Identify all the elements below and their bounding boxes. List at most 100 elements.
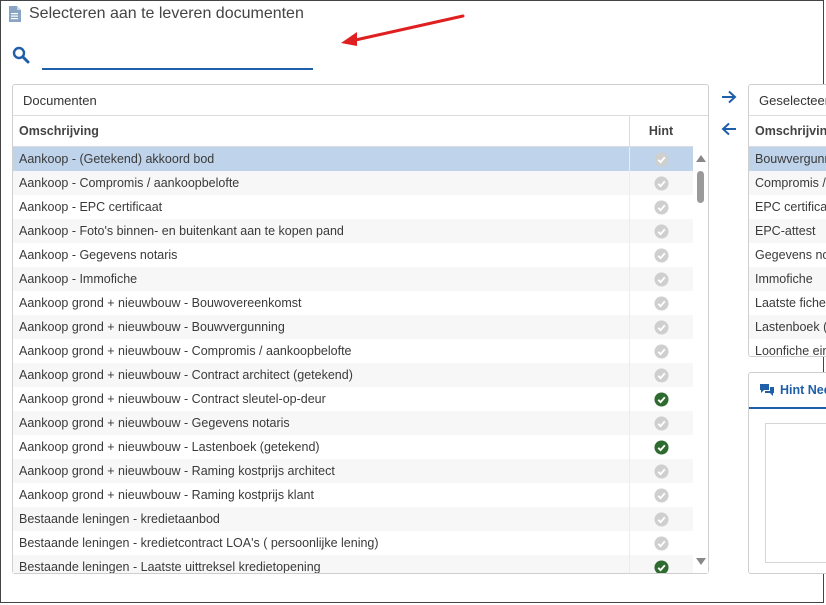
selected-row-description: Immofiche [755, 272, 813, 286]
table-row[interactable]: Aankoop - Compromis / aankoopbelofte [13, 171, 693, 195]
documents-panel: Documenten Omschrijving Hint Aankoop - (… [12, 84, 709, 574]
check-circle-inactive-icon [653, 319, 669, 335]
comments-icon [760, 384, 774, 396]
row-hint[interactable] [629, 531, 692, 555]
column-header-omschrijving[interactable]: Omschrijving [13, 124, 629, 138]
list-item[interactable]: EPC certificaat [749, 195, 826, 219]
selected-column-header-omschrijving[interactable]: Omschrijving [749, 124, 826, 138]
table-row[interactable]: Aankoop grond + nieuwbouw - Bouwovereenk… [13, 291, 693, 315]
check-circle-inactive-icon [653, 511, 669, 527]
table-row[interactable]: Aankoop grond + nieuwbouw - Contract sle… [13, 387, 693, 411]
list-item[interactable]: Bouwvergunning [749, 147, 826, 171]
selected-row-description: Laatste fiche [755, 296, 826, 310]
table-row[interactable]: Aankoop - (Getekend) akkoord bod [13, 147, 693, 171]
selected-row-description: Compromis / aankoopbelofte [755, 176, 826, 190]
table-row[interactable]: Aankoop grond + nieuwbouw - Raming kostp… [13, 483, 693, 507]
row-hint[interactable] [629, 171, 692, 195]
check-circle-inactive-icon [653, 463, 669, 479]
row-description: Aankoop grond + nieuwbouw - Raming kostp… [19, 488, 314, 502]
table-row[interactable]: Aankoop grond + nieuwbouw - Bouwvergunni… [13, 315, 693, 339]
hint-tab[interactable]: Hint Nee [749, 373, 826, 409]
list-item[interactable]: Laatste fiche [749, 291, 826, 315]
selected-row-description: EPC-attest [755, 224, 816, 238]
scroll-up-icon[interactable] [696, 155, 706, 162]
row-hint[interactable] [629, 507, 692, 531]
row-hint[interactable] [629, 219, 692, 243]
list-item[interactable]: EPC-attest [749, 219, 826, 243]
check-circle-active-icon [653, 391, 669, 407]
table-row[interactable]: Bestaande leningen - kredietaanbod [13, 507, 693, 531]
row-description: Aankoop - (Getekend) akkoord bod [19, 152, 215, 166]
list-item[interactable]: Gegevens notaris [749, 243, 826, 267]
table-row[interactable]: Bestaande leningen - Laatste uittreksel … [13, 555, 693, 573]
row-hint[interactable] [629, 483, 692, 507]
row-description: Bestaande leningen - kredietcontract LOA… [19, 536, 379, 550]
table-row[interactable]: Bestaande leningen - kredietcontract LOA… [13, 531, 693, 555]
search-input[interactable] [42, 44, 313, 70]
check-circle-inactive-icon [653, 223, 669, 239]
table-row[interactable]: Aankoop grond + nieuwbouw - Contract arc… [13, 363, 693, 387]
check-circle-active-icon [653, 559, 669, 573]
row-hint[interactable] [629, 339, 692, 363]
scroll-thumb[interactable] [697, 171, 704, 203]
row-hint[interactable] [629, 555, 692, 573]
check-circle-inactive-icon [653, 199, 669, 215]
list-item[interactable]: Compromis / aankoopbelofte [749, 171, 826, 195]
row-description: Bestaande leningen - kredietaanbod [19, 512, 220, 526]
column-header-hint[interactable]: Hint [629, 116, 692, 146]
scroll-down-icon[interactable] [696, 558, 706, 565]
row-hint[interactable] [629, 411, 692, 435]
selected-table-header: Omschrijving [749, 116, 826, 147]
arrow-right-icon [722, 90, 737, 104]
table-row[interactable]: Aankoop - Immofiche [13, 267, 693, 291]
row-hint[interactable] [629, 195, 692, 219]
add-selected-button[interactable] [718, 86, 740, 108]
row-hint[interactable] [629, 243, 692, 267]
row-description: Aankoop grond + nieuwbouw - Compromis / … [19, 344, 352, 358]
search-icon[interactable] [12, 46, 30, 64]
remove-selected-button[interactable] [718, 118, 740, 140]
selected-row-description: Gegevens notaris [755, 248, 826, 262]
row-description: Aankoop - Foto's binnen- en buitenkant a… [19, 224, 344, 238]
row-hint[interactable] [629, 267, 692, 291]
row-hint[interactable] [629, 291, 692, 315]
row-hint[interactable] [629, 147, 692, 171]
check-circle-inactive-icon [653, 367, 669, 383]
documents-scrollbar[interactable] [693, 147, 708, 573]
row-hint[interactable] [629, 315, 692, 339]
document-icon [9, 6, 21, 22]
row-description: Aankoop grond + nieuwbouw - Bouwvergunni… [19, 320, 285, 334]
row-hint[interactable] [629, 363, 692, 387]
row-description: Aankoop grond + nieuwbouw - Contract sle… [19, 392, 326, 406]
selected-row-description: Lastenboek (getekend) [755, 320, 826, 334]
check-circle-inactive-icon [653, 271, 669, 287]
check-circle-inactive-icon [653, 295, 669, 311]
list-item[interactable]: Immofiche [749, 267, 826, 291]
selected-row-description: Bouwvergunning [755, 152, 826, 166]
hint-text-area[interactable] [765, 423, 826, 563]
table-row[interactable]: Aankoop grond + nieuwbouw - Lastenboek (… [13, 435, 693, 459]
table-row[interactable]: Aankoop - Gegevens notaris [13, 243, 693, 267]
check-circle-inactive-icon [653, 175, 669, 191]
row-description: Aankoop grond + nieuwbouw - Bouwovereenk… [19, 296, 302, 310]
selected-documents-list: Bouwvergunning Compromis / aankoopbelofte… [749, 147, 826, 357]
table-row[interactable]: Aankoop - EPC certificaat [13, 195, 693, 219]
table-row[interactable]: Aankoop grond + nieuwbouw - Compromis / … [13, 339, 693, 363]
row-description: Aankoop - Immofiche [19, 272, 138, 286]
table-row[interactable]: Aankoop grond + nieuwbouw - Raming kostp… [13, 459, 693, 483]
page-title: Selecteren aan te leveren documenten [8, 4, 304, 24]
row-hint[interactable] [629, 435, 692, 459]
check-circle-active-icon [653, 439, 669, 455]
list-item[interactable]: Loonfiche einde jaar [749, 339, 826, 357]
page-title-text: Selecteren aan te leveren documenten [29, 5, 304, 22]
check-circle-inactive-icon [653, 151, 669, 167]
row-hint[interactable] [629, 387, 692, 411]
row-description: Aankoop grond + nieuwbouw - Contract arc… [19, 368, 353, 382]
table-row[interactable]: Aankoop grond + nieuwbouw - Gegevens not… [13, 411, 693, 435]
row-description: Aankoop - EPC certificaat [19, 200, 163, 214]
row-hint[interactable] [629, 459, 692, 483]
selected-row-description: Loonfiche einde jaar [755, 344, 826, 357]
row-description: Aankoop - Compromis / aankoopbelofte [19, 176, 240, 190]
table-row[interactable]: Aankoop - Foto's binnen- en buitenkant a… [13, 219, 693, 243]
list-item[interactable]: Lastenboek (getekend) [749, 315, 826, 339]
